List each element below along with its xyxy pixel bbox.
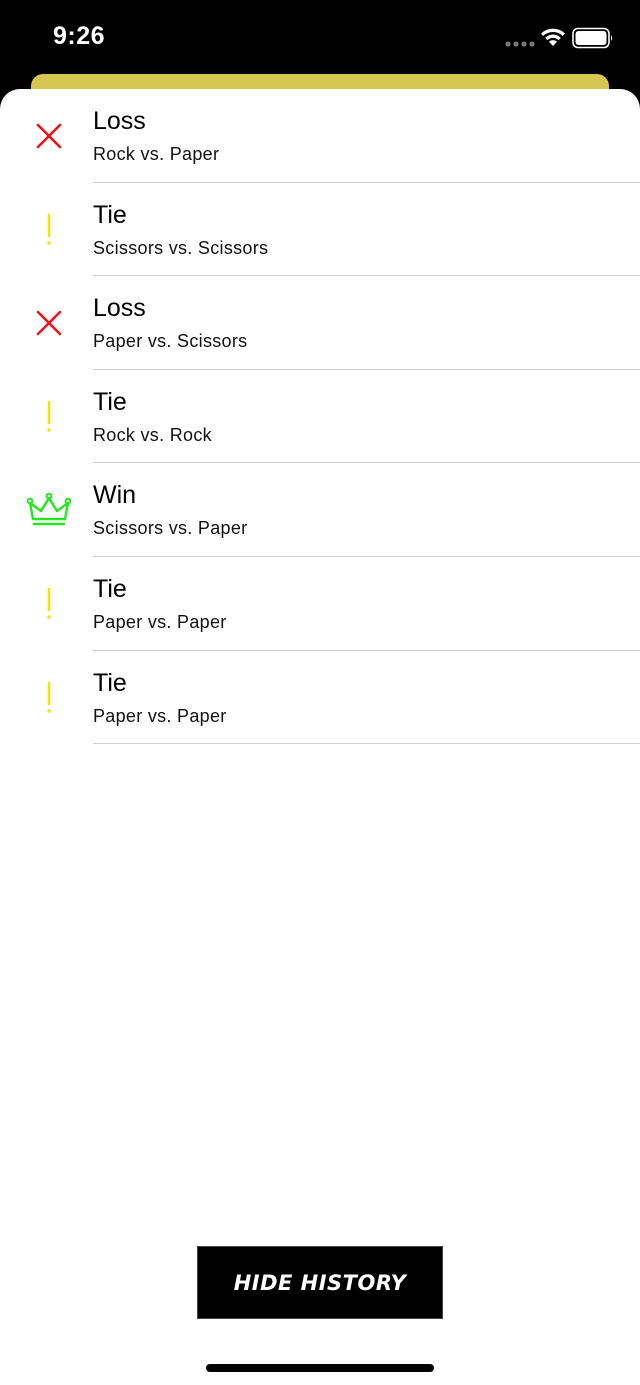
- crown-icon: [24, 485, 74, 535]
- exclamation-icon: [24, 673, 74, 723]
- matchup-label: Rock vs. Paper: [93, 144, 220, 164]
- hide-history-button[interactable]: HIDE HISTORY: [197, 1246, 443, 1319]
- wifi-icon: [541, 28, 565, 46]
- status-bar: 9:26: [0, 0, 640, 76]
- x-icon: [24, 298, 74, 348]
- result-label: Tie: [93, 668, 127, 697]
- result-label: Loss: [93, 107, 146, 135]
- matchup-label: Paper vs. Scissors: [93, 331, 248, 352]
- history-row: Tie Rock vs. Rock: [0, 370, 640, 464]
- matchup-label: Paper vs. Paper: [93, 705, 227, 726]
- hide-history-label: HIDE HISTORY: [233, 1270, 407, 1295]
- matchup-label: Scissors vs. Scissors: [93, 237, 269, 258]
- x-icon: [24, 111, 74, 161]
- home-indicator: [206, 1364, 434, 1372]
- history-row: Tie Paper vs. Paper: [0, 651, 640, 745]
- history-row: Tie Scissors vs. Scissors: [0, 183, 640, 277]
- exclamation-icon: [24, 579, 74, 629]
- history-sheet: Loss Rock vs. Paper Tie Scissors vs. Scisso…: [0, 89, 640, 1385]
- history-row: Loss Paper vs. Scissors: [0, 276, 640, 370]
- history-row: Tie Paper vs. Paper: [0, 557, 640, 651]
- screen: 9:26 Loss Rock vs. Paper Tie Scissors vs. S…: [0, 0, 640, 1385]
- result-label: Tie: [93, 200, 127, 229]
- exclamation-icon: [24, 392, 74, 442]
- result-label: Tie: [93, 387, 127, 416]
- matchup-label: Paper vs. Paper: [93, 611, 227, 632]
- matchup-label: Rock vs. Rock: [93, 424, 212, 445]
- exclamation-icon: [24, 205, 74, 255]
- history-row: Win Scissors vs. Paper: [0, 463, 640, 557]
- result-label: Loss: [93, 294, 146, 323]
- history-row: Loss Rock vs. Paper: [0, 89, 640, 183]
- history-list: Loss Rock vs. Paper Tie Scissors vs. Scisso…: [0, 89, 640, 745]
- result-label: Win: [93, 481, 137, 510]
- result-label: Tie: [93, 574, 127, 603]
- matchup-label: Scissors vs. Paper: [93, 518, 248, 539]
- battery-icon: [572, 27, 613, 49]
- cellular-signal-icon: [505, 41, 535, 47]
- row-divider: [93, 743, 640, 745]
- status-time: 9:26: [53, 22, 106, 50]
